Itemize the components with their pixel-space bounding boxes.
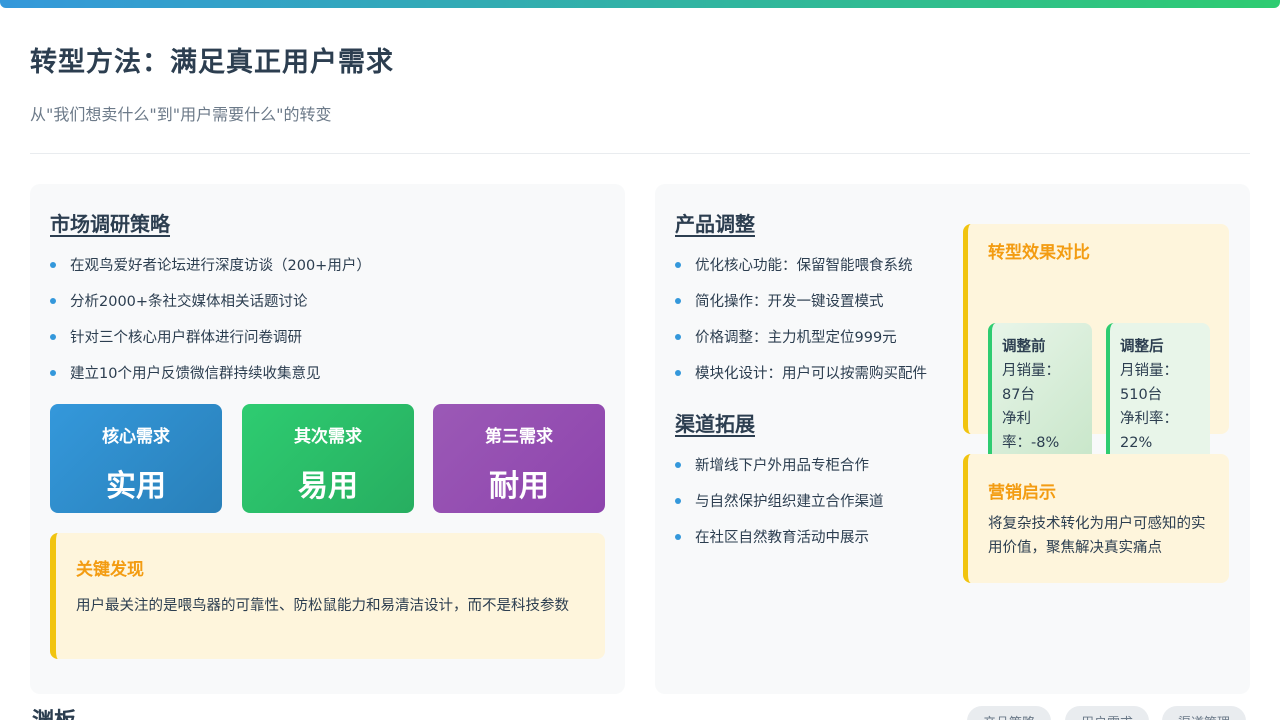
- after-line: 22%: [1120, 435, 1153, 451]
- product-adjust-title: 产品调整: [675, 212, 755, 236]
- page-header: 转型方法：满足真正用户需求 从"我们想卖什么"到"用户需要什么"的转变: [30, 40, 1250, 125]
- page-title: 转型方法：满足真正用户需求: [30, 47, 394, 78]
- list-item: 建立10个用户反馈微信群持续收集意见: [50, 364, 605, 400]
- list-item: 针对三个核心用户群体进行问卷调研: [50, 328, 605, 364]
- list-item: 与自然保护组织建立合作渠道: [675, 492, 960, 528]
- before-line: 月销量：: [1002, 363, 1060, 379]
- marketing-insight-title: 营销启示: [988, 483, 1056, 503]
- marketing-insight-text: 将复杂技术转化为用户可感知的实用价值，聚焦解决真实痛点: [988, 516, 1206, 556]
- after-head: 调整后: [1120, 339, 1164, 355]
- page-subtitle: 从"我们想卖什么"到"用户需要什么"的转变: [30, 105, 332, 124]
- need-card-value: 实用: [106, 469, 166, 504]
- list-item: 在社区自然教育活动中展示: [675, 528, 960, 564]
- tag-chip[interactable]: 产品策略: [967, 706, 1052, 720]
- list-item: 在观鸟爱好者论坛进行深度访谈（200+用户）: [50, 256, 605, 292]
- needs-cards: 核心需求 实用 其次需求 易用 第三需求 耐用: [50, 404, 605, 513]
- channel-expand-list: 新增线下户外用品专柜合作 与自然保护组织建立合作渠道 在社区自然教育活动中展示: [675, 456, 960, 564]
- need-card-secondary: 其次需求 易用: [242, 404, 414, 513]
- market-research-list: 在观鸟爱好者论坛进行深度访谈（200+用户） 分析2000+条社交媒体相关话题讨…: [50, 256, 605, 400]
- need-card-label: 第三需求: [485, 427, 553, 447]
- need-card-value: 易用: [298, 469, 358, 504]
- comparison-title: 转型效果对比: [988, 243, 1090, 263]
- list-item: 优化核心功能：保留智能喂食系统: [675, 256, 960, 292]
- before-head: 调整前: [1002, 339, 1046, 355]
- list-item: 新增线下户外用品专柜合作: [675, 456, 960, 492]
- before-line: 率：-8%: [1002, 435, 1060, 451]
- list-item: 价格调整：主力机型定位999元: [675, 328, 960, 364]
- comparison-after-card: 调整后 月销量： 510台 净利率： 22%: [1106, 323, 1210, 463]
- product-adjust-list: 优化核心功能：保留智能喂食系统 简化操作：开发一键设置模式 价格调整：主力机型定…: [675, 256, 960, 400]
- market-research-panel: 市场调研策略 在观鸟爱好者论坛进行深度访谈（200+用户） 分析2000+条社交…: [30, 184, 625, 694]
- header-divider: [30, 153, 1250, 154]
- list-item: 模块化设计：用户可以按需购买配件: [675, 364, 960, 400]
- after-line: 510台: [1120, 387, 1163, 403]
- need-card-label: 核心需求: [102, 427, 170, 447]
- comparison-before-card: 调整前 月销量： 87台 净利 率：-8%: [988, 323, 1092, 463]
- marketing-insight-box: 营销启示 将复杂技术转化为用户可感知的实用价值，聚焦解决真实痛点: [963, 454, 1229, 583]
- before-line: 净利: [1002, 411, 1031, 427]
- after-line: 月销量：: [1120, 363, 1178, 379]
- list-item: 简化操作：开发一键设置模式: [675, 292, 960, 328]
- need-card-core: 核心需求 实用: [50, 404, 222, 513]
- after-line: 净利率：: [1120, 411, 1178, 427]
- tag-chip[interactable]: 渠道管理: [1162, 706, 1247, 720]
- need-card-value: 耐用: [489, 469, 549, 504]
- key-finding-text: 用户最关注的是喂鸟器的可靠性、防松鼠能力和易清洁设计，而不是科技参数: [76, 598, 569, 614]
- need-card-third: 第三需求 耐用: [433, 404, 605, 513]
- key-finding-box: 关键发现 用户最关注的是喂鸟器的可靠性、防松鼠能力和易清洁设计，而不是科技参数: [50, 533, 605, 659]
- next-slide-title: 渊板: [32, 703, 76, 720]
- list-item: 分析2000+条社交媒体相关话题讨论: [50, 292, 605, 328]
- comparison-box: 转型效果对比 调整前 月销量： 87台 净利 率：-8% 调整后 月销量： 51…: [963, 224, 1229, 463]
- key-finding-title: 关键发现: [76, 560, 144, 580]
- need-card-label: 其次需求: [294, 427, 362, 447]
- top-accent-bar: [0, 0, 1280, 8]
- market-research-title: 市场调研策略: [50, 212, 170, 236]
- product-channel-panel: 产品调整 优化核心功能：保留智能喂食系统 简化操作：开发一键设置模式 价格调整：…: [655, 184, 1250, 694]
- before-line: 87台: [1002, 387, 1035, 403]
- tag-chip[interactable]: 用户需求: [1065, 706, 1150, 720]
- channel-expand-title: 渠道拓展: [675, 412, 755, 436]
